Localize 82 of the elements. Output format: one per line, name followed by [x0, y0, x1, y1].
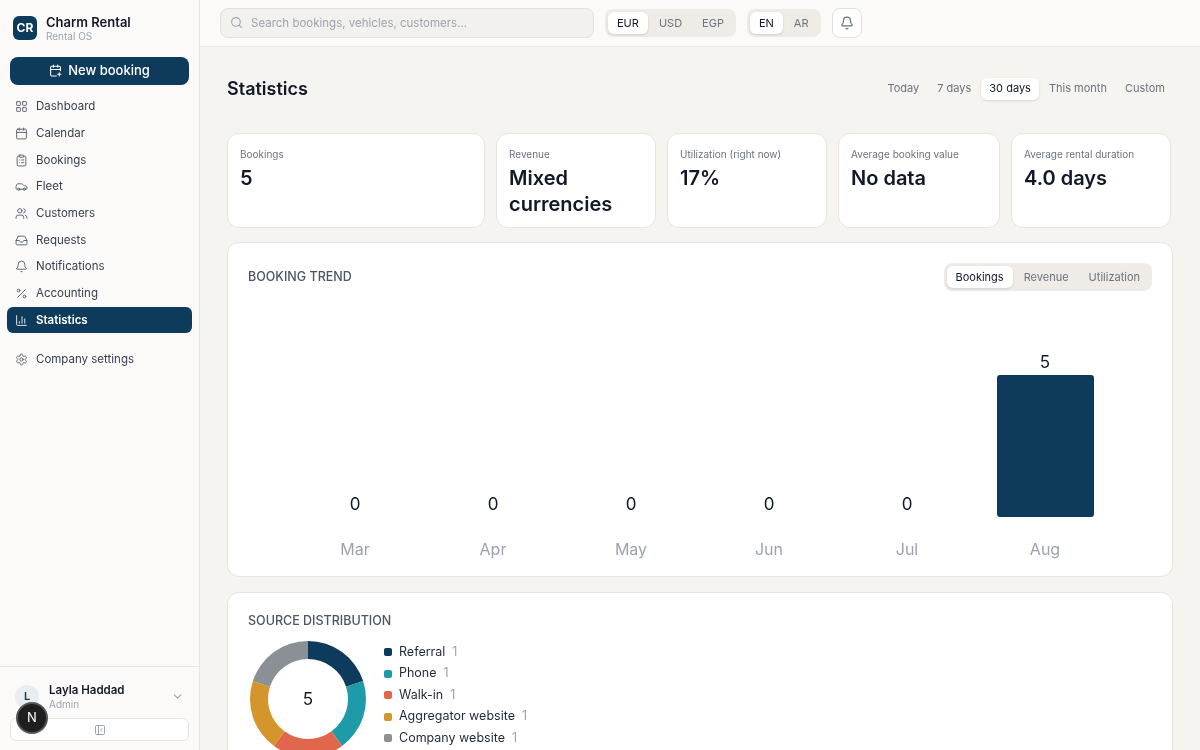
kpi-label: Average booking value	[851, 147, 960, 162]
axis-label: May	[614, 539, 648, 559]
card-title: SOURCE DISTRIBUTION	[248, 612, 393, 630]
bar-chart-icon	[15, 313, 28, 327]
axis-label: Aug	[1029, 539, 1061, 559]
card-title: BOOKING TREND	[248, 267, 352, 286]
range-tab[interactable]: 7 days	[929, 77, 980, 100]
percent-icon	[15, 287, 28, 301]
segment-option[interactable]: EGP	[693, 12, 733, 34]
kpi-value: No data	[851, 165, 927, 191]
range-tab[interactable]: 30 days	[981, 77, 1039, 100]
sidebar-item[interactable]: Dashboard	[7, 93, 192, 120]
users-icon	[15, 207, 28, 220]
bar-value-label: 0	[625, 494, 637, 514]
range-tab[interactable]: Custom	[1116, 77, 1173, 100]
sidebar-item[interactable]: Notifications	[7, 253, 192, 280]
sidebar-item[interactable]: Company settings	[7, 346, 192, 373]
segment-option[interactable]: Bookings	[946, 266, 1013, 288]
new-booking-button[interactable]: New booking	[10, 56, 189, 85]
brand-subtitle: Rental OS	[46, 30, 94, 43]
kpi-label: Revenue	[509, 147, 551, 162]
axis-label: Mar	[340, 539, 370, 559]
axis-label: Jul	[895, 539, 919, 559]
search-field[interactable]: Search bookings, vehicles, customers...	[220, 8, 594, 38]
grid-icon	[15, 100, 28, 114]
legend-label: Referral	[399, 642, 446, 661]
car-icon	[15, 180, 28, 194]
range-tab[interactable]: This month	[1040, 77, 1115, 100]
axis-label: Apr	[479, 539, 507, 559]
user-name: Layla Haddad	[49, 683, 126, 698]
kpi-value: 4.0 days	[1024, 165, 1109, 191]
user-role: Admin	[49, 697, 81, 710]
inbox-icon	[15, 233, 28, 247]
kpi-label: Average rental duration	[1024, 147, 1136, 162]
user-avatar: L	[15, 684, 39, 709]
bell-icon	[15, 260, 28, 274]
kpi-value: Mixed currencies	[509, 165, 614, 217]
bar-value-label: 0	[349, 494, 361, 514]
segment-option[interactable]: AR	[784, 12, 818, 34]
sidebar-item[interactable]: Fleet	[7, 173, 192, 200]
sidebar-item[interactable]: Customers	[7, 200, 192, 227]
settings-icon	[15, 352, 28, 366]
range-tab[interactable]: Today	[879, 77, 928, 100]
segment-option[interactable]: Utilization	[1079, 266, 1149, 288]
notifications-button[interactable]	[831, 8, 862, 38]
bar-value-label: 0	[487, 494, 499, 514]
calendar-icon	[15, 126, 28, 140]
brand-logo: CR	[13, 16, 37, 41]
legend-label: Aggregator website	[399, 707, 515, 726]
segment-option[interactable]: EN	[749, 12, 783, 34]
axis-label: Jun	[755, 539, 783, 559]
calendar-plus-icon	[49, 64, 63, 78]
legend-count: 1	[443, 664, 449, 683]
legend-label: Phone	[399, 664, 437, 683]
legend-count: 1	[452, 642, 458, 661]
legend-label: Company website	[399, 728, 505, 747]
kpi-value: 5	[240, 165, 254, 191]
page-title: Statistics	[227, 77, 308, 101]
clipboard-icon	[15, 153, 28, 167]
segment-option[interactable]: Revenue	[1014, 266, 1078, 288]
kpi-label: Bookings	[240, 147, 285, 162]
legend-count: 1	[450, 685, 456, 704]
bar-value-label: 0	[763, 494, 775, 514]
legend-count: 1	[511, 728, 518, 747]
donut-total: 5	[302, 688, 314, 709]
sidebar-item[interactable]: Statistics	[7, 307, 192, 334]
panel-collapse-icon	[93, 723, 106, 736]
kpi-value: 17%	[680, 165, 722, 191]
sidebar-item[interactable]: Bookings	[7, 147, 192, 174]
kpi-label: Utilization (right now)	[680, 147, 783, 162]
bar-value-label: 5	[1039, 352, 1051, 372]
sidebar-item[interactable]: Calendar	[7, 120, 192, 147]
legend-label: Walk-in	[399, 685, 444, 704]
sidebar-item[interactable]: Accounting	[7, 280, 192, 307]
segment-option[interactable]: USD	[649, 12, 692, 34]
bell-icon	[839, 16, 854, 30]
sidebar-item[interactable]: Requests	[7, 227, 192, 254]
segment-option[interactable]: EUR	[608, 12, 648, 34]
legend-count: 1	[521, 707, 528, 726]
brand-name: Charm Rental	[46, 14, 131, 31]
bar-value-label: 0	[901, 494, 913, 514]
search-icon	[230, 16, 243, 29]
